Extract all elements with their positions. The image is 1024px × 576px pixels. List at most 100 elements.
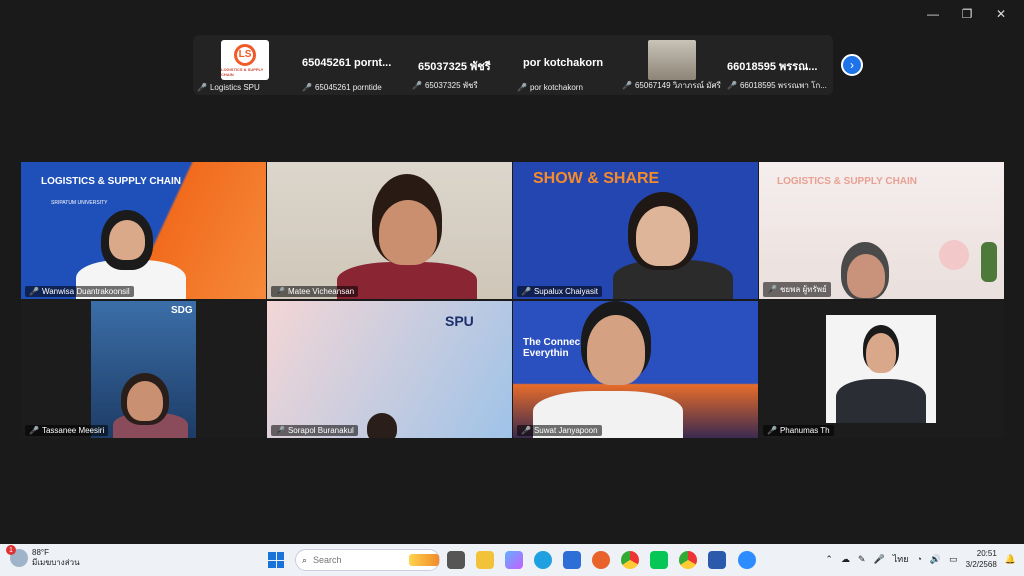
strip-tile[interactable]: 65037325 พัชรี 🎤 65037325 พัชรี [408, 35, 513, 95]
strip-name: por kotchakorn [523, 57, 604, 69]
strip-label: 🎤 65045261 porntide [302, 83, 382, 92]
notification-bell-icon[interactable]: 🔔 [1005, 554, 1016, 565]
chrome-icon[interactable] [621, 551, 639, 569]
strip-label: 🎤 Logistics SPU [197, 83, 260, 92]
line-icon[interactable] [650, 551, 668, 569]
logo-icon: LS [234, 43, 256, 66]
strip-tile[interactable]: 🎤 65067149 วิภาภรณ์ มัศรี [618, 35, 723, 95]
chrome-profile-icon[interactable] [679, 551, 697, 569]
participant-strip: LS LOGISTICS & SUPPLY CHAIN 🎤 Logistics S… [193, 35, 833, 95]
microphone-icon[interactable]: 🎤 [874, 554, 885, 565]
mic-off-icon: 🎤 [517, 83, 527, 92]
copilot-icon[interactable] [505, 551, 523, 569]
wifi-icon[interactable]: ◔ [916, 554, 921, 564]
mic-off-icon: 🎤 [29, 426, 39, 435]
weather-text: 88°F มีเมฆบางส่วน [32, 548, 80, 567]
mic-off-icon: 🎤 [412, 81, 422, 90]
person-face [636, 206, 690, 266]
person-face [379, 200, 437, 265]
mic-off-icon: 🎤 [767, 426, 777, 435]
video-grid: LOGISTICS & SUPPLY CHAIN SRIPATUM UNIVER… [21, 162, 1004, 439]
strip-name: 65037325 พัชรี [418, 61, 491, 73]
edge-icon[interactable] [534, 551, 552, 569]
strip-tile[interactable]: 66018595 พรรณ... 🎤 66018595 พรรณพา โก... [723, 35, 831, 95]
chevron-up-icon[interactable]: ⌃ [825, 554, 833, 565]
video-tile[interactable]: 🎤 Matee Vicheansan [267, 162, 512, 299]
video-tile[interactable]: SPU 🎤 Sorapol Buranakul [267, 301, 512, 438]
language-indicator[interactable]: ไทย [893, 552, 909, 566]
spu-logo: LS LOGISTICS & SUPPLY CHAIN [221, 40, 269, 80]
strip-label: 🎤 65037325 พัชรี [412, 81, 478, 90]
tile-label: 🎤 ชยพล ผู้ทรัพย์ [763, 282, 831, 297]
person-face [109, 220, 145, 260]
mic-off-icon: 🎤 [767, 285, 777, 294]
search-highlight-icon [409, 554, 439, 566]
file-explorer-icon[interactable] [476, 551, 494, 569]
person-body [836, 379, 926, 423]
video-tile[interactable]: 🎤 Phanumas Th [759, 301, 1004, 438]
video-tile[interactable]: LOGISTICS & SUPPLY CHAIN SRIPATUM UNIVER… [21, 162, 266, 299]
strip-tile[interactable]: LS LOGISTICS & SUPPLY CHAIN 🎤 Logistics S… [193, 35, 298, 95]
tile-label: 🎤 Suwat Janyapoon [517, 425, 602, 436]
mic-off-icon: 🎤 [275, 287, 285, 296]
chevron-right-icon: › [850, 58, 854, 72]
zoom-window: — ❐ ✕ LS LOGISTICS & SUPPLY CHAIN 🎤 Logis… [0, 0, 1024, 544]
banner-text: LOGISTICS & SUPPLY CHAIN [777, 176, 918, 187]
person-face [847, 254, 885, 298]
mic-off-icon: 🎤 [727, 81, 737, 90]
banner-text: LOGISTICS & SUPPLY CHAIN [41, 176, 182, 187]
system-tray: ⌃ ☁ ✎ 🎤 ไทย ◔ 🔊 ▭ 20:51 3/2/2568 🔔 [825, 548, 1016, 570]
person-face [866, 333, 896, 373]
mic-off-icon: 🎤 [521, 426, 531, 435]
start-button[interactable] [268, 552, 284, 568]
minimize-button[interactable]: — [916, 4, 950, 24]
strip-name: 66018595 พรรณ... [727, 61, 818, 73]
person-face [587, 315, 645, 385]
strip-label: 🎤 por kotchakorn [517, 83, 583, 92]
mic-off-icon: 🎤 [29, 287, 39, 296]
participant-photo [648, 40, 696, 80]
video-tile[interactable]: LOGISTICS & SUPPLY CHAIN 🎤 ชยพล ผู้ทรัพย์ [759, 162, 1004, 299]
video-tile[interactable]: SHOW & SHARE 🎤 Supalux Chaiyasit [513, 162, 758, 299]
video-tile[interactable]: SDG 🎤 Tassanee Meesiri [21, 301, 266, 438]
pen-icon[interactable]: ✎ [858, 554, 866, 565]
strip-name: 65045261 pornt... [302, 57, 392, 69]
zoom-icon[interactable] [738, 551, 756, 569]
tile-label: 🎤 Tassanee Meesiri [25, 425, 109, 436]
weather-widget[interactable]: 1 88°F มีเมฆบางส่วน [6, 545, 80, 568]
strip-label: 🎤 65067149 วิภาภรณ์ มัศรี [622, 81, 721, 90]
mic-off-icon: 🎤 [302, 83, 312, 92]
chair-decor [939, 240, 969, 270]
battery-icon[interactable]: ▭ [949, 554, 958, 565]
mic-off-icon: 🎤 [275, 426, 285, 435]
strip-tile[interactable]: 65045261 pornt... 🎤 65045261 porntide [298, 35, 408, 95]
cloud-icon: 1 [6, 545, 28, 567]
search-box[interactable]: ⌕ [295, 549, 440, 571]
banner-text: SHOW & SHARE [533, 170, 660, 187]
banner-subtext: SRIPATUM UNIVERSITY [51, 200, 108, 206]
video-tile[interactable]: The Connec of Everythin 🎤 Suwat Janyapoon [513, 301, 758, 438]
firefox-icon[interactable] [592, 551, 610, 569]
volume-icon[interactable]: 🔊 [930, 554, 941, 565]
word-icon[interactable] [708, 551, 726, 569]
mic-off-icon: 🎤 [197, 83, 207, 92]
taskbar: 1 88°F มีเมฆบางส่วน ⌕ ⌃ ☁ ✎ 🎤 ไทย ◔ 🔊 ▭ … [0, 544, 1024, 576]
tile-label: 🎤 Wanwisa Duantrakoonsil [25, 286, 134, 297]
store-icon[interactable] [563, 551, 581, 569]
strip-tile[interactable]: por kotchakorn 🎤 por kotchakorn [513, 35, 618, 95]
notification-badge: 1 [6, 545, 16, 555]
mic-off-icon: 🎤 [622, 81, 632, 90]
tile-label: 🎤 Matee Vicheansan [271, 286, 359, 297]
tile-label: 🎤 Phanumas Th [763, 425, 834, 436]
cloud-sync-icon[interactable]: ☁ [841, 554, 850, 565]
logo-text: LOGISTICS & SUPPLY CHAIN [221, 66, 264, 77]
plant-decor [981, 242, 997, 282]
search-input[interactable] [313, 555, 404, 565]
restore-button[interactable]: ❐ [950, 4, 984, 24]
task-view-icon[interactable] [447, 551, 465, 569]
close-button[interactable]: ✕ [984, 4, 1018, 24]
search-icon: ⌕ [302, 554, 308, 565]
next-page-button[interactable]: › [841, 54, 863, 76]
clock[interactable]: 20:51 3/2/2568 [966, 548, 997, 570]
banner-text: SPU [445, 313, 474, 329]
